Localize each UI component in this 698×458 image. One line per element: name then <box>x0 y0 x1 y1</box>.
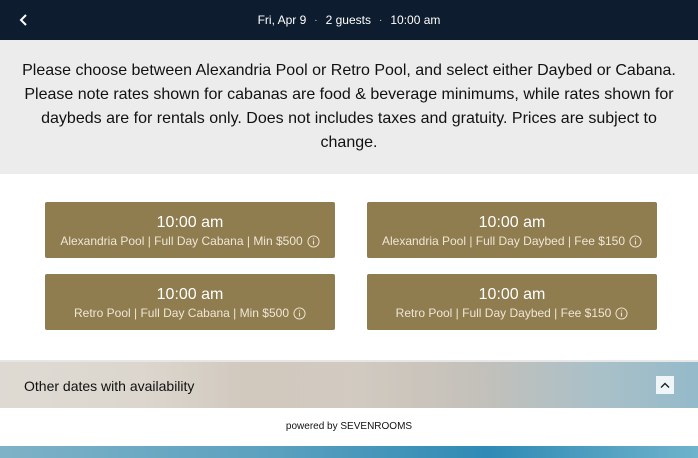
top-header: Fri, Apr 9 · 2 guests · 10:00 am <box>0 0 698 40</box>
slot-time: 10:00 am <box>156 286 224 303</box>
chevron-up-icon <box>660 382 670 388</box>
powered-by-text: powered by SEVENROOMS <box>285 421 413 432</box>
powered-by-footer: powered by SEVENROOMS <box>0 408 698 446</box>
summary-separator: · <box>379 14 383 26</box>
time-slot-button[interactable]: 10:00 am Retro Pool | Full Day Daybed | … <box>367 274 657 330</box>
summary-guests: 2 guests <box>325 13 371 27</box>
slot-description-text: Alexandria Pool | Full Day Daybed | Fee … <box>381 234 626 248</box>
other-dates-label: Other dates with availability <box>24 378 195 394</box>
booking-notice: Please choose between Alexandria Pool or… <box>0 40 698 174</box>
info-circle-icon[interactable] <box>307 234 320 248</box>
info-circle-icon[interactable] <box>293 306 306 320</box>
slot-description-text: Alexandria Pool | Full Day Cabana | Min … <box>60 234 303 248</box>
pool-water <box>0 446 698 458</box>
time-slots-panel: 10:00 am Alexandria Pool | Full Day Caba… <box>0 174 698 360</box>
notice-text: Please choose between Alexandria Pool or… <box>22 62 676 151</box>
time-slot-button[interactable]: 10:00 am Alexandria Pool | Full Day Caba… <box>45 202 335 258</box>
info-circle-icon[interactable] <box>629 234 642 248</box>
slot-description: Alexandria Pool | Full Day Cabana | Min … <box>45 234 335 248</box>
booking-summary[interactable]: Fri, Apr 9 · 2 guests · 10:00 am <box>258 13 441 27</box>
slot-description-text: Retro Pool | Full Day Daybed | Fee $150 <box>395 306 612 320</box>
info-circle-icon[interactable] <box>615 306 628 320</box>
slot-time: 10:00 am <box>478 286 546 303</box>
slot-time: 10:00 am <box>156 214 224 231</box>
summary-time: 10:00 am <box>390 13 441 27</box>
back-button[interactable] <box>12 8 36 32</box>
slot-description: Retro Pool | Full Day Cabana | Min $500 <box>45 306 335 320</box>
slot-description: Alexandria Pool | Full Day Daybed | Fee … <box>367 234 657 248</box>
time-slot-button[interactable]: 10:00 am Retro Pool | Full Day Cabana | … <box>45 274 335 330</box>
slot-time: 10:00 am <box>478 214 546 231</box>
other-dates-toggle[interactable]: Other dates with availability <box>0 360 698 408</box>
chevron-left-icon <box>19 14 27 26</box>
expand-other-dates-button[interactable] <box>656 376 674 394</box>
slot-description: Retro Pool | Full Day Daybed | Fee $150 <box>367 306 657 320</box>
slot-description-text: Retro Pool | Full Day Cabana | Min $500 <box>73 306 289 320</box>
summary-date: Fri, Apr 9 <box>257 13 307 27</box>
summary-separator: · <box>314 14 318 26</box>
time-slot-button[interactable]: 10:00 am Alexandria Pool | Full Day Dayb… <box>367 202 657 258</box>
